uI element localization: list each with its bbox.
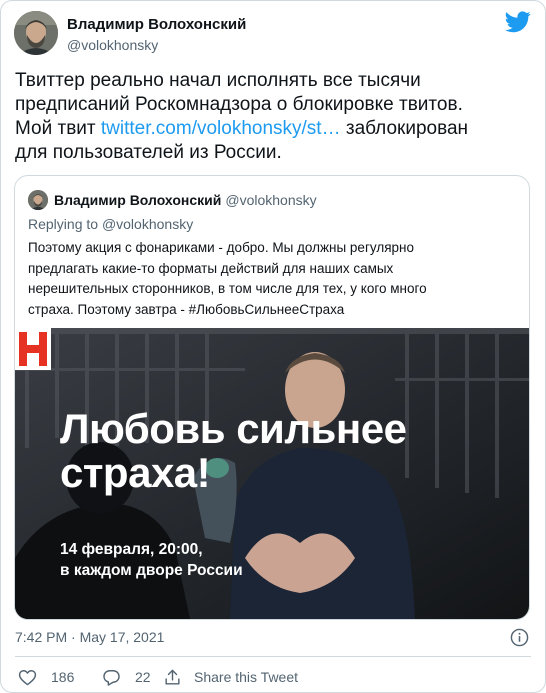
quoted-text-line: предлагать какие-то форматы действий для…	[28, 260, 394, 276]
quoted-author-handle: @volokhonsky	[225, 192, 317, 208]
tweet-card: Владимир Волохонский @volokhonsky Твитте…	[0, 0, 546, 693]
reply-count: 22	[135, 669, 151, 685]
share-button[interactable]: Share this Tweet	[163, 665, 298, 689]
author-name[interactable]: Владимир Волохонский	[67, 16, 246, 33]
media-date: 14 февраля, 20:00, в каждом дворе России	[60, 539, 243, 581]
reply-button[interactable]: 22	[102, 665, 151, 689]
n-logo-icon	[15, 328, 51, 370]
replying-label: Replying to	[28, 216, 102, 232]
tweet-text: Твиттер реально начал исполнять все тыся…	[15, 69, 530, 165]
tweet-timestamp[interactable]: 7:42 PM · May 17, 2021	[15, 629, 164, 645]
quoted-replying-to: Replying to @volokhonsky	[28, 216, 193, 232]
media-headline: Любовь сильнее страха!	[60, 405, 407, 496]
quoted-author-name: Владимир Волохонский	[54, 192, 222, 208]
tweet-actions: 186 22 Share this Tweet	[15, 665, 515, 689]
quoted-tweet[interactable]: Владимир Волохонский @volokhonsky Replyin…	[14, 175, 530, 620]
tweet-header: Владимир Волохонский @volokhonsky	[14, 11, 533, 57]
info-icon[interactable]	[510, 628, 529, 647]
quoted-text: Поэтому акция с фонариками - добро. Мы д…	[28, 238, 513, 320]
tweet-text-line: предписаний Роскомнадзора о блокировке т…	[15, 94, 463, 115]
share-label: Share this Tweet	[194, 669, 299, 685]
tweet-link[interactable]: twitter.com/volokhonsky/st…	[101, 118, 341, 139]
avatar-photo	[14, 11, 58, 55]
tweet-text-line: Мой твит twitter.com/volokhonsky/st… заб…	[15, 117, 530, 141]
heart-icon	[18, 669, 37, 685]
divider	[15, 656, 531, 657]
tweet-text-line: для пользователей из России.	[15, 142, 282, 163]
quoted-text-line: Поэтому акция с фонариками - добро. Мы д…	[28, 240, 414, 255]
media-headline-line: Любовь сильнее	[60, 405, 407, 452]
quoted-header: Владимир Волохонский @volokhonsky	[28, 189, 508, 211]
tweet-text-fragment: Мой твит	[15, 118, 101, 139]
tweet-text-fragment: заблокирован	[340, 118, 469, 139]
quoted-author: Владимир Волохонский @volokhonsky	[54, 192, 317, 208]
author-avatar[interactable]	[14, 11, 58, 55]
media-date-line: 14 февраля, 20:00,	[60, 541, 203, 558]
like-count: 186	[51, 669, 75, 685]
media-headline-line: страха!	[60, 449, 211, 496]
quoted-avatar	[28, 190, 48, 210]
quoted-text-line: нерешительных сторонников, в том числе д…	[28, 281, 427, 296]
reply-icon	[103, 669, 120, 686]
quoted-text-line: страха. Поэтому завтра - #ЛюбовьСильнееС…	[28, 301, 345, 317]
tweet-text-line: Твиттер реально начал исполнять все тыся…	[15, 70, 421, 91]
media-date-line: в каждом дворе России	[60, 562, 243, 579]
share-icon	[165, 669, 180, 685]
like-button[interactable]: 186	[18, 665, 74, 689]
quoted-media-image[interactable]: Любовь сильнее страха! 14 февраля, 20:00…	[15, 328, 529, 619]
author-handle[interactable]: @volokhonsky	[67, 37, 158, 53]
twitter-bird-icon[interactable]	[505, 11, 531, 33]
avatar-photo	[28, 190, 48, 210]
replying-handle[interactable]: @volokhonsky	[102, 216, 193, 232]
